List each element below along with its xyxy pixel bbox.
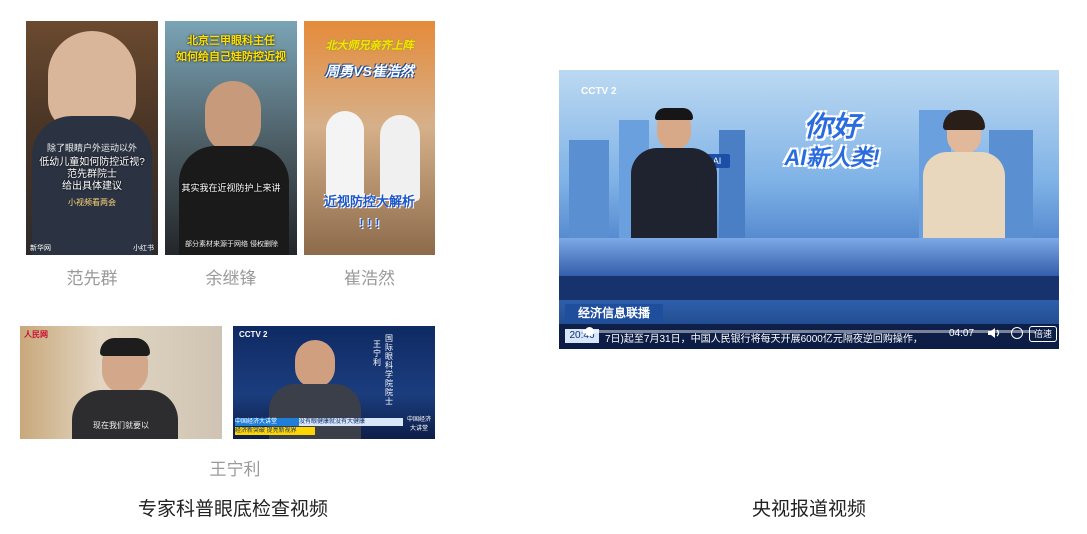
headline: 你好 AI新人类! — [784, 111, 880, 170]
right-caption: 央视报道视频 — [751, 498, 866, 520]
doctor-right — [380, 115, 420, 201]
banner-title: 北京三甲眼科主任 如何给自己娃防控近视 — [176, 35, 286, 63]
expert-name-wang: 王宁利 — [209, 460, 261, 479]
expert-name-fan: 范先群 — [66, 269, 118, 288]
brand: 中国经济大讲堂 — [406, 417, 431, 432]
speaker-figure — [205, 81, 261, 153]
subtitle: 低幼儿童如何防控近视? 范先群院士 给出具体建议 — [39, 157, 145, 192]
program-title: 经济信息联播 — [565, 304, 663, 322]
studio-floor — [559, 276, 1059, 300]
bottom-title: 近视防控大解析 ! ! ! — [323, 194, 415, 231]
news-ticker: 20:46 7日)起至7月31日，中国人民银行将每天开展6000亿元隔夜逆回购操… — [559, 324, 1059, 349]
lower-bar-1: 中国经济大讲堂 — [235, 418, 299, 426]
video-thumbnail-wang-cctv[interactable]: CCTV 2 国际眼科学院院士 王宁利 中国经济大讲堂 没有眼健康就没有大健康 … — [233, 326, 435, 439]
top-line: 北大师兄亲齐上阵 — [325, 40, 414, 52]
vertical-title: 国际眼科学院院士 — [385, 334, 393, 406]
elapsed-time: 04:07 — [949, 328, 975, 339]
corner-badge: 新华网 — [30, 245, 51, 252]
speaker-hair — [100, 338, 150, 356]
doctor-left — [326, 111, 364, 201]
expert-name-yu: 余继锋 — [205, 269, 257, 288]
subtitle: 现在我们就要以 — [93, 421, 149, 430]
cctv-news-video[interactable]: CCTV 2 你好 AI新人类! AI 经济信息联播 20:46 7日)起至7月… — [559, 70, 1059, 349]
speaker-head — [295, 340, 335, 388]
video-thumbnail-wang-interview[interactable]: 人民网 现在我们就要以 — [20, 326, 222, 439]
left-caption: 专家科普眼底检查视频 — [137, 498, 328, 520]
video-thumbnail-yu[interactable]: 北京三甲眼科主任 如何给自己娃防控近视 其实我在近视防护上来讲 部分素材来源于网… — [165, 21, 297, 255]
male-anchor — [629, 108, 719, 248]
volume-icon[interactable] — [987, 326, 1003, 340]
channel-logo: CCTV 2 — [239, 330, 268, 339]
channel-logo: CCTV 2 — [581, 86, 617, 97]
expert-name-cui: 崔浩然 — [344, 269, 395, 288]
lower-bar-2: 没有眼健康就没有大健康 — [299, 418, 403, 426]
loop-icon[interactable] — [1011, 327, 1023, 339]
video-thumbnail-cui[interactable]: 北大师兄亲齐上阵 周勇VS崔浩然 近视防控大解析 ! ! ! — [304, 21, 435, 255]
video-thumbnail-fan[interactable]: 除了眼睛户外运动以外 低幼儿童如何防控近视? 范先群院士 给出具体建议 小视频看… — [26, 21, 158, 255]
small-note: 部分素材来源于网络 侵权删除 — [185, 241, 278, 248]
lower-bar-3: 经济新突破 提亮新视界 — [235, 427, 315, 435]
vs-line: 周勇VS崔浩然 — [325, 63, 414, 79]
speed-button[interactable]: 倍速 — [1029, 326, 1057, 342]
tag-label: 小视频看两会 — [68, 198, 116, 207]
female-anchor — [919, 110, 1009, 248]
vertical-name: 王宁利 — [373, 340, 381, 367]
anchor-desk — [559, 238, 1059, 278]
speaker-suit — [72, 390, 178, 439]
corner-badge-right: 小红书 — [133, 245, 154, 252]
subtitle: 其实我在近视防护上来讲 — [181, 183, 281, 193]
subtitle-top: 除了眼睛户外运动以外 — [46, 143, 137, 153]
logo: 人民网 — [24, 330, 48, 339]
progress-handle[interactable] — [585, 327, 594, 336]
